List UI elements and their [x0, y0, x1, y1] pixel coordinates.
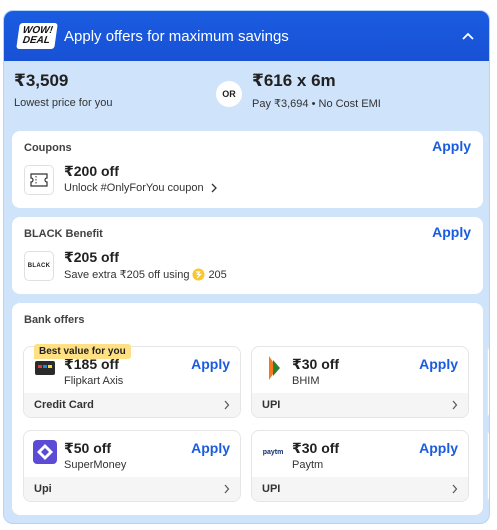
bank-offer-footer[interactable]: UPI — [252, 393, 468, 417]
paytm-logo-text: paytm — [262, 448, 284, 456]
bank-offer-supermoney[interactable]: ₹50 off SuperMoney Apply Upi — [23, 430, 241, 502]
chevron-right-icon — [452, 400, 458, 410]
bank-offer-bhim[interactable]: ₹30 off BHIM Apply UPI — [251, 346, 469, 418]
black-icon: BLACK — [24, 251, 54, 281]
emi-label: Pay ₹3,694 • No Cost EMI — [252, 98, 381, 110]
coupon-title: ₹200 off — [64, 163, 119, 179]
chevron-right-icon — [211, 183, 217, 193]
bank-offer-name: Flipkart Axis — [64, 375, 124, 387]
bank-offer-footer[interactable]: Upi — [24, 477, 240, 501]
bank-offer-name: BHIM — [292, 375, 320, 387]
supermoney-icon — [33, 440, 57, 464]
black-label: BLACK Benefit — [24, 228, 103, 240]
offers-panel: WOW! DEAL Apply offers for maximum savin… — [3, 10, 490, 524]
paytm-icon: paytm — [261, 440, 285, 464]
wow-deal-logo: WOW! DEAL — [16, 23, 58, 49]
chevron-up-icon[interactable] — [461, 29, 475, 43]
black-title: ₹205 off — [64, 249, 119, 265]
best-value-tag: Best value for you — [34, 344, 131, 359]
coupons-card: Coupons Apply ₹200 off Unlock #OnlyForYo… — [12, 131, 483, 208]
offers-header[interactable]: WOW! DEAL Apply offers for maximum savin… — [4, 11, 489, 61]
black-desc: Save extra ₹205 off using — [64, 269, 190, 281]
black-desc-row: Save extra ₹205 off using 205 — [64, 268, 227, 281]
emi-price: ₹616 x 6m — [252, 71, 336, 90]
bank-offer-apply-button[interactable]: Apply — [191, 356, 230, 372]
next-offer-peek — [487, 346, 489, 418]
black-benefit-card: BLACK Benefit Apply BLACK ₹205 off Save … — [12, 217, 483, 294]
bank-offer-title: ₹30 off — [292, 356, 340, 372]
lowest-price-label: Lowest price for you — [14, 97, 113, 109]
coupon-desc: Unlock #OnlyForYou coupon — [64, 182, 204, 194]
chevron-right-icon — [452, 484, 458, 494]
bank-offer-method: Upi — [34, 483, 52, 495]
flipkart-axis-card-icon — [33, 356, 57, 380]
bank-offer-apply-button[interactable]: Apply — [419, 356, 458, 372]
coupon-ticket-icon — [24, 165, 54, 195]
black-icon-text: BLACK — [27, 263, 51, 269]
emi-block: ₹616 x 6m Pay ₹3,694 • No Cost EMI — [252, 71, 479, 110]
bank-offer-paytm[interactable]: paytm ₹30 off Paytm Apply UPI — [251, 430, 469, 502]
coupons-label: Coupons — [24, 142, 72, 154]
bank-offer-name: Paytm — [292, 459, 324, 471]
supercoin-amount: 205 — [208, 268, 227, 281]
logo-line-2: DEAL — [21, 35, 51, 46]
or-badge: OR — [216, 81, 242, 107]
header-title: Apply offers for maximum savings — [64, 27, 289, 45]
black-apply-button[interactable]: Apply — [432, 224, 471, 240]
lowest-price-block: ₹3,509 Lowest price for you — [14, 71, 210, 109]
next-offer-peek — [487, 430, 489, 502]
bank-offer-apply-button[interactable]: Apply — [191, 440, 230, 456]
bhim-icon — [261, 356, 285, 380]
coupon-desc-row[interactable]: Unlock #OnlyForYou coupon — [64, 182, 218, 194]
bank-offer-title: ₹50 off — [64, 440, 112, 456]
bank-offer-apply-button[interactable]: Apply — [419, 440, 458, 456]
coupons-apply-button[interactable]: Apply — [432, 138, 471, 154]
chevron-right-icon — [224, 400, 230, 410]
bank-offer-title: ₹30 off — [292, 440, 340, 456]
bank-offer-method: Credit Card — [34, 399, 94, 411]
bank-offer-footer[interactable]: UPI — [252, 477, 468, 501]
bank-offer-method: UPI — [262, 483, 281, 495]
bank-offer-name: SuperMoney — [64, 459, 127, 471]
lowest-price: ₹3,509 — [14, 71, 69, 90]
chevron-right-icon — [224, 484, 230, 494]
bank-offers-label: Bank offers — [24, 314, 85, 326]
bank-offer-method: UPI — [262, 399, 281, 411]
supercoin-icon — [192, 268, 205, 281]
price-summary: ₹3,509 Lowest price for you OR ₹616 x 6m… — [4, 61, 489, 121]
bank-offer-footer[interactable]: Credit Card — [24, 393, 240, 417]
